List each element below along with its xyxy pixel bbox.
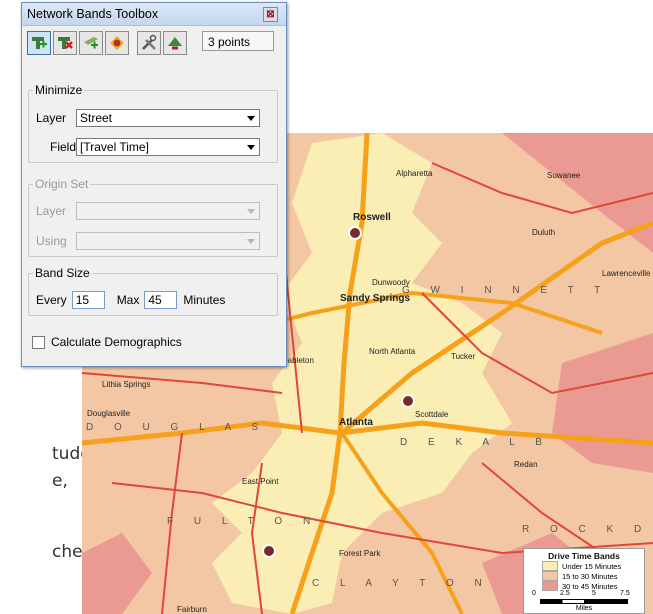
origin-point[interactable] (401, 394, 415, 408)
calc-demographics-row[interactable]: Calculate Demographics (32, 335, 182, 349)
band-size-legend: Band Size (35, 266, 90, 280)
tools-icon (142, 34, 157, 50)
place-label: Redan (514, 460, 538, 469)
every-label: Every (36, 293, 67, 307)
scale-tick: 7.5 (620, 590, 630, 597)
add-point-button[interactable] (27, 31, 51, 55)
settings-button[interactable] (137, 31, 161, 55)
add-point-icon (32, 37, 47, 49)
place-label: Roswell (353, 212, 391, 223)
legend-swatch (542, 571, 558, 581)
place-label: Fairburn (177, 605, 207, 614)
minimize-field-label: Field (49, 140, 76, 154)
calc-demographics-label: Calculate Demographics (51, 335, 182, 349)
every-input[interactable]: 15 (71, 291, 105, 309)
region-label: D O U G L A S (86, 422, 268, 433)
minimize-field-row: Field [Travel Time] (36, 138, 260, 156)
band-icon (110, 36, 124, 50)
region-label: G W I N N E T T (402, 285, 610, 296)
network-bands-toolbox[interactable]: Network Bands Toolbox ⊠ 3 points Minimiz… (21, 2, 287, 367)
chevron-down-icon[interactable] (243, 139, 259, 155)
region-label: D E K A L B (400, 437, 551, 448)
region-label: F U L T O N (167, 516, 320, 527)
minimize-layer-select[interactable]: Street (76, 109, 260, 127)
legend-label: 30 to 45 Minutes (562, 581, 618, 591)
band-button[interactable] (105, 31, 129, 55)
place-label: Douglasville (87, 409, 131, 418)
place-label: Sandy Springs (340, 293, 411, 304)
minimize-layer-row: Layer Street (36, 109, 260, 127)
legend-label: 15 to 30 Minutes (562, 571, 618, 581)
minutes-label: Minutes (183, 293, 226, 307)
point-count: 3 points (202, 31, 274, 51)
legend-item: 15 to 30 Minutes (542, 571, 644, 581)
legend-swatch (542, 581, 558, 591)
region-label: R O C K D A L E (522, 524, 653, 535)
place-label: Atlanta (339, 417, 373, 428)
place-label: Duluth (532, 228, 556, 237)
origin-layer-row: Layer (36, 202, 260, 220)
place-label: North Atlanta (369, 347, 416, 356)
max-label: Max (116, 293, 140, 307)
remove-point-icon (58, 37, 73, 49)
origin-using-select[interactable] (76, 232, 260, 250)
toolbox-titlebar[interactable]: Network Bands Toolbox ⊠ (22, 3, 286, 26)
legend-label: Under 15 Minutes (562, 561, 622, 571)
place-label: Lithia Springs (102, 380, 151, 389)
minimize-field-select[interactable]: [Travel Time] (76, 138, 260, 156)
chevron-down-icon[interactable] (243, 203, 259, 219)
close-icon[interactable]: ⊠ (263, 7, 278, 22)
add-layer-point-button[interactable] (79, 31, 103, 55)
toolbar (27, 31, 187, 55)
scale-tick: 0 (532, 590, 536, 597)
legend-swatch (542, 561, 558, 571)
band-size-row: Every 15 Max 45 Minutes (36, 291, 225, 309)
chevron-down-icon[interactable] (243, 233, 259, 249)
toolbox-title: Network Bands Toolbox (27, 7, 159, 21)
place-label: Tucker (451, 352, 476, 361)
remove-point-button[interactable] (53, 31, 77, 55)
origin-point[interactable] (348, 226, 362, 240)
legend-title: Drive Time Bands (548, 551, 620, 561)
doc-text-fragment: e, (52, 471, 68, 491)
map-legend: Drive Time Bands Under 15 Minutes 15 to … (523, 548, 645, 614)
max-input[interactable]: 45 (144, 291, 178, 309)
add-layer-point-icon (84, 37, 98, 49)
place-label: Scottdale (415, 410, 449, 419)
minimize-layer-label: Layer (36, 111, 67, 125)
legend-item: Under 15 Minutes (542, 561, 644, 571)
scale-bar: 0 2.5 5 7.5 (532, 590, 636, 607)
origin-using-label: Using (36, 234, 67, 248)
chevron-down-icon[interactable] (243, 110, 259, 126)
origin-set-legend: Origin Set (35, 177, 89, 191)
minimize-field-value: [Travel Time] (80, 140, 149, 154)
scale-tick: 2.5 (560, 590, 570, 597)
minimize-legend: Minimize (35, 83, 83, 97)
place-label: Suwanee (547, 171, 581, 180)
origin-point[interactable] (262, 544, 276, 558)
origin-using-row: Using (36, 232, 260, 250)
place-label: Lawrenceville (602, 269, 651, 278)
run-button[interactable] (163, 31, 187, 55)
origin-layer-select[interactable] (76, 202, 260, 220)
calc-demographics-checkbox[interactable] (32, 335, 45, 349)
place-label: Forest Park (339, 549, 381, 558)
place-label: Alpharetta (396, 169, 433, 178)
scale-tick: 5 (592, 590, 596, 597)
place-label: East Point (242, 477, 279, 486)
origin-layer-label: Layer (36, 204, 67, 218)
region-label: C L A Y T O N (312, 578, 491, 589)
minimize-layer-value: Street (80, 111, 113, 125)
run-icon (168, 37, 182, 50)
